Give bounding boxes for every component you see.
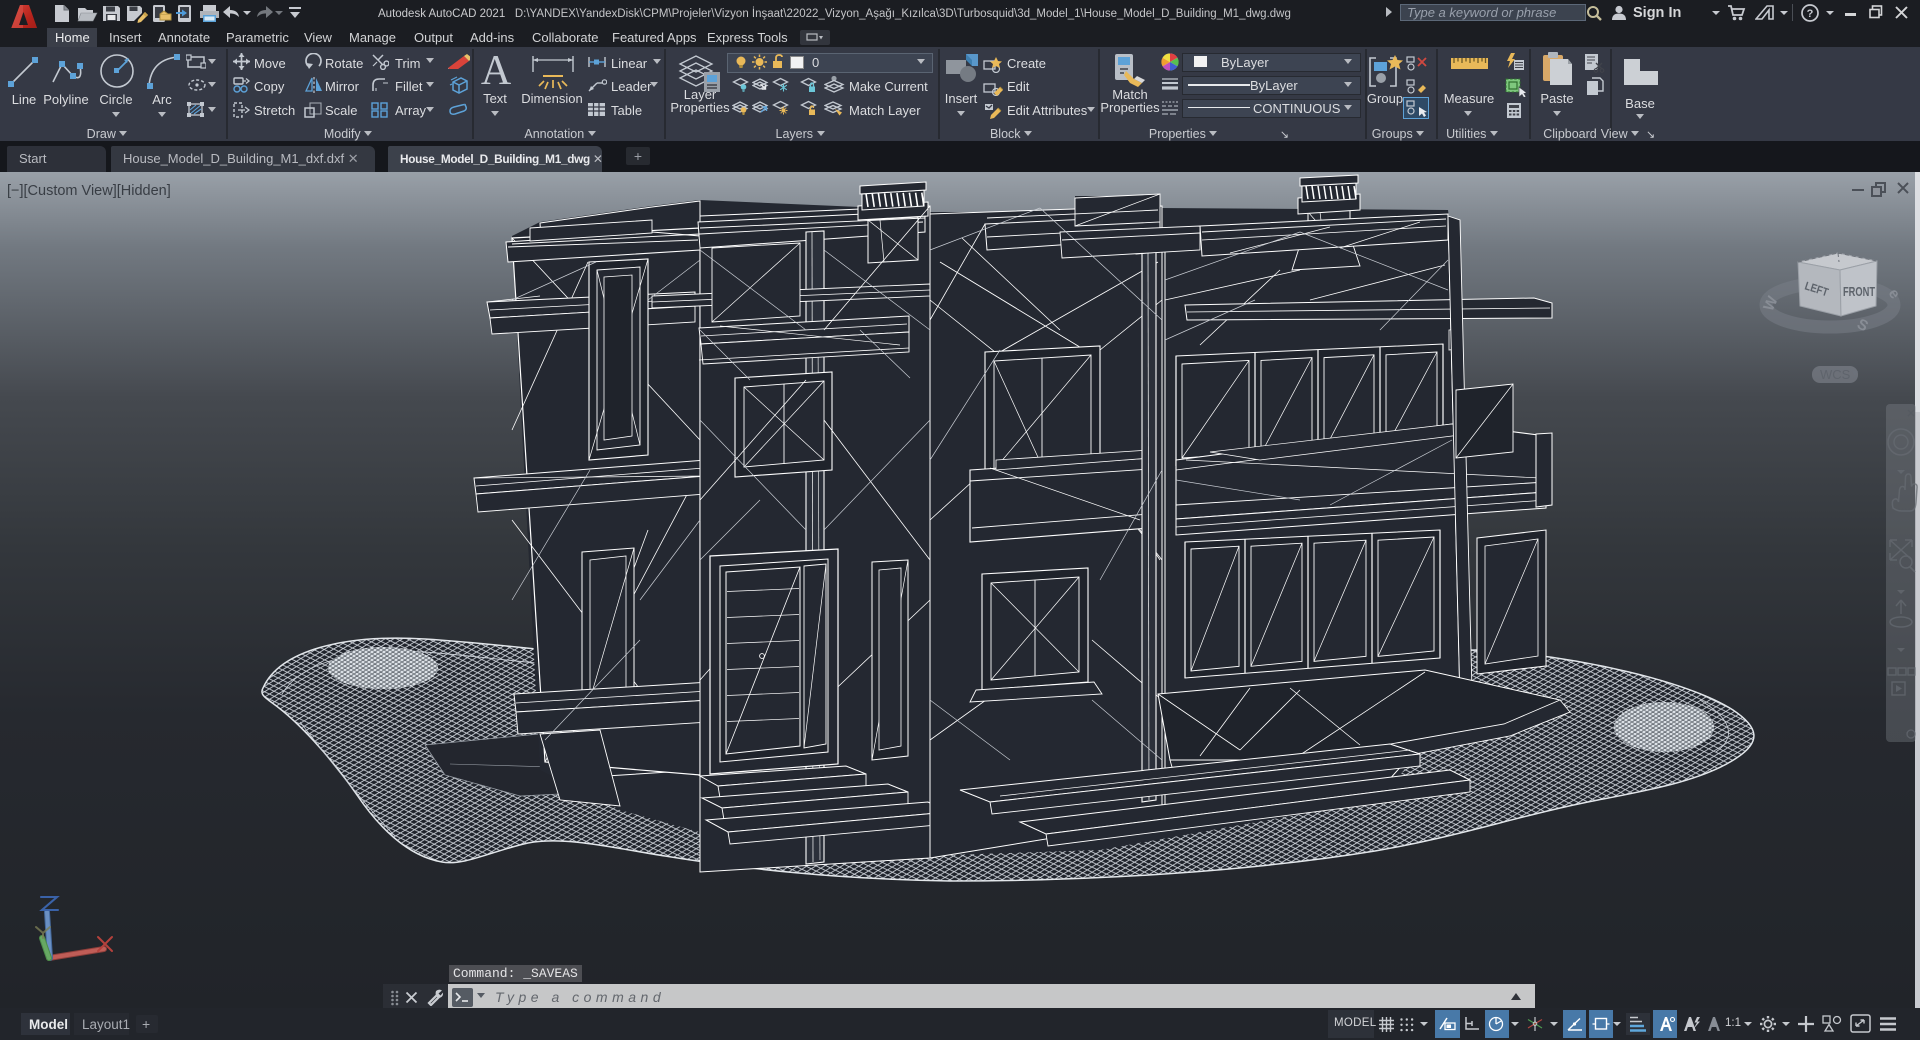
svg-text:WCS: WCS: [1820, 367, 1851, 382]
svg-text:FRONT: FRONT: [1843, 284, 1875, 299]
svg-text:?: ?: [1807, 8, 1814, 20]
svg-text:A: A: [481, 52, 512, 90]
svg-text:[−][Custom View][Hidden]: [−][Custom View][Hidden]: [7, 183, 171, 199]
